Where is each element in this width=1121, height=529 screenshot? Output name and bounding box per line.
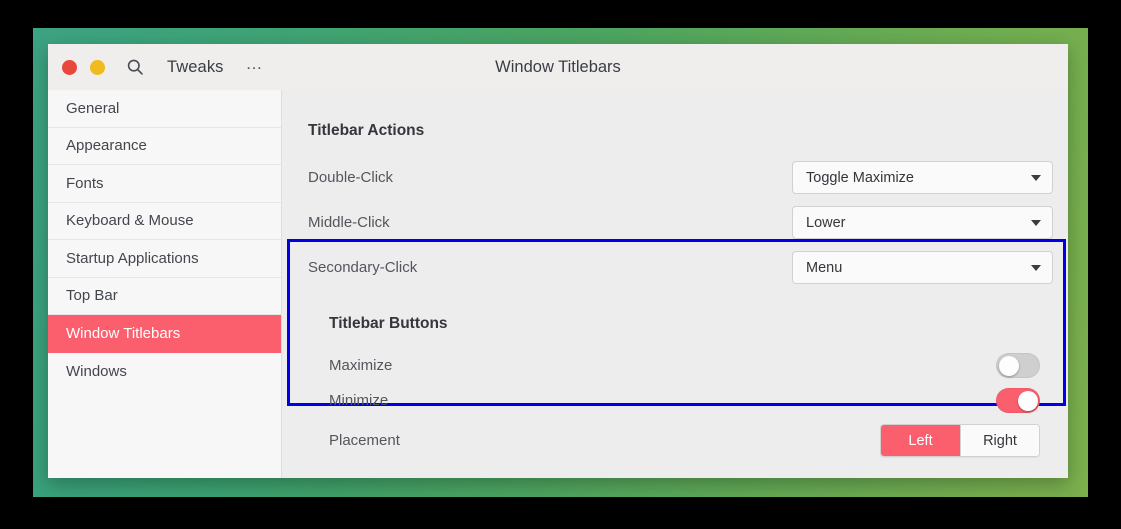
sidebar-item-appearance[interactable]: Appearance <box>48 128 281 165</box>
titlebar-buttons-heading: Titlebar Buttons <box>329 315 448 332</box>
sidebar: General Appearance Fonts Keyboard & Mous… <box>48 90 282 478</box>
toggle-knob <box>1017 390 1038 411</box>
placement-segmented-control: Left Right <box>880 424 1040 457</box>
chevron-down-icon <box>1031 264 1041 271</box>
preferences-content: Titlebar Actions Double-Click Toggle Max… <box>282 90 1068 478</box>
secondary-click-value: Menu <box>806 259 843 276</box>
search-icon[interactable] <box>125 57 145 77</box>
middle-click-value: Lower <box>806 214 846 231</box>
tweaks-window: Tweaks … Window Titlebars General Appear… <box>48 44 1068 478</box>
row-minimize: Minimize <box>329 383 1040 418</box>
chevron-down-icon <box>1031 174 1041 181</box>
sidebar-item-startup-applications[interactable]: Startup Applications <box>48 240 281 278</box>
maximize-toggle[interactable] <box>996 353 1040 378</box>
double-click-dropdown[interactable]: Toggle Maximize <box>792 161 1053 194</box>
row-placement: Placement Left Right <box>329 418 1040 463</box>
window-headerbar: Tweaks … Window Titlebars <box>48 44 1068 90</box>
sidebar-item-window-titlebars[interactable]: Window Titlebars <box>48 315 281 353</box>
sidebar-item-fonts[interactable]: Fonts <box>48 165 281 203</box>
double-click-label: Double-Click <box>308 169 394 186</box>
sidebar-item-windows[interactable]: Windows <box>48 353 281 391</box>
minimize-toggle[interactable] <box>996 388 1040 413</box>
row-maximize: Maximize <box>329 348 1040 383</box>
placement-option-left[interactable]: Left <box>881 425 960 456</box>
placement-label: Placement <box>329 432 400 449</box>
overflow-menu-button[interactable]: … <box>246 55 264 76</box>
secondary-click-label: Secondary-Click <box>308 259 418 276</box>
maximize-label: Maximize <box>329 357 393 374</box>
middle-click-dropdown[interactable]: Lower <box>792 206 1053 239</box>
minimize-button[interactable] <box>90 59 105 75</box>
toggle-knob <box>998 355 1019 376</box>
placement-option-right[interactable]: Right <box>960 425 1039 456</box>
chevron-down-icon <box>1031 219 1041 226</box>
sidebar-item-top-bar[interactable]: Top Bar <box>48 278 281 315</box>
sidebar-item-general[interactable]: General <box>48 90 281 128</box>
middle-click-label: Middle-Click <box>308 214 390 231</box>
row-double-click: Double-Click Toggle Maximize <box>308 155 1053 200</box>
sidebar-item-keyboard-and-mouse[interactable]: Keyboard & Mouse <box>48 203 281 240</box>
secondary-click-dropdown[interactable]: Menu <box>792 251 1053 284</box>
minimize-label: Minimize <box>329 392 389 409</box>
titlebar-buttons-group: Titlebar Buttons Maximize Minimize Place… <box>308 297 1053 463</box>
app-name-label: Tweaks <box>167 57 224 76</box>
titlebar-actions-heading: Titlebar Actions <box>308 122 425 139</box>
row-middle-click: Middle-Click Lower <box>308 200 1053 245</box>
row-secondary-click: Secondary-Click Menu <box>308 245 1053 290</box>
close-button[interactable] <box>62 59 77 75</box>
double-click-value: Toggle Maximize <box>806 169 914 186</box>
